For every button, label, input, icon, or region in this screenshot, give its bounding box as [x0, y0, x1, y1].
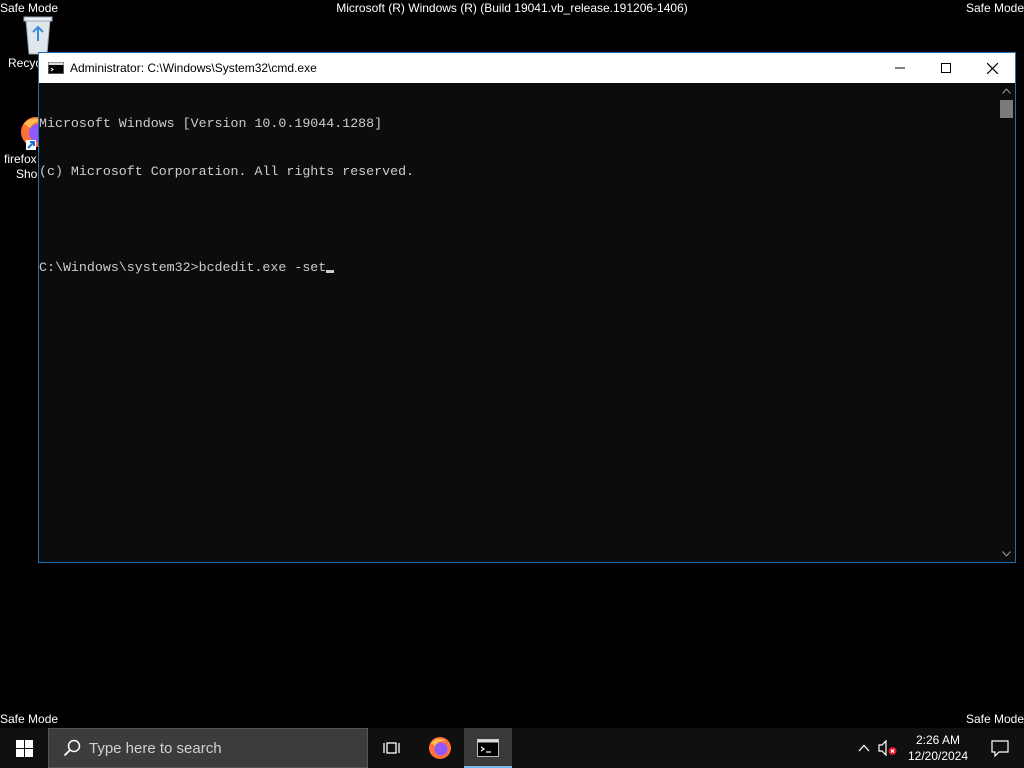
recycle-bin-icon — [23, 16, 53, 55]
minimize-button[interactable] — [877, 53, 923, 83]
close-icon — [986, 62, 998, 74]
console-prompt-line: C:\Windows\system32>bcdedit.exe -set — [39, 260, 998, 276]
chevron-down-icon — [1002, 551, 1011, 557]
task-view-button[interactable] — [368, 728, 416, 768]
console-line: Microsoft Windows [Version 10.0.19044.12… — [39, 116, 383, 131]
cmd-window-title: Administrator: C:\Windows\System32\cmd.e… — [70, 61, 317, 75]
system-tray: 2:26 AM 12/20/2024 — [852, 728, 1024, 768]
volume-muted-icon — [878, 740, 897, 756]
scroll-up-arrow[interactable] — [998, 83, 1015, 99]
notification-icon — [991, 739, 1009, 757]
start-button[interactable] — [0, 728, 48, 768]
safe-mode-label-bottom-right: Safe Mode — [965, 712, 1024, 726]
close-button[interactable] — [969, 53, 1015, 83]
maximize-button[interactable] — [923, 53, 969, 83]
volume-button[interactable] — [876, 740, 900, 756]
clock-time: 2:26 AM — [915, 733, 961, 747]
console-command-text: C:\Windows\system32>bcdedit.exe -set — [39, 260, 327, 275]
cmd-icon — [477, 739, 499, 757]
scroll-down-arrow[interactable] — [998, 546, 1015, 562]
scrollbar-thumb[interactable] — [1000, 100, 1013, 118]
taskbar: Type here to search 2:26 AM 12/20/2024 — [0, 728, 1024, 768]
console-output[interactable]: Microsoft Windows [Version 10.0.19044.12… — [39, 83, 998, 562]
chevron-up-icon — [1002, 88, 1011, 94]
firefox-icon — [429, 737, 451, 759]
cmd-app-icon — [48, 62, 64, 74]
cmd-taskbar-button[interactable] — [464, 728, 512, 768]
maximize-icon — [941, 63, 951, 73]
safe-mode-label-bottom-left: Safe Mode — [0, 712, 59, 726]
cmd-titlebar[interactable]: Administrator: C:\Windows\System32\cmd.e… — [39, 53, 1015, 83]
cmd-window[interactable]: Administrator: C:\Windows\System32\cmd.e… — [38, 52, 1016, 563]
show-hidden-icons-button[interactable] — [852, 744, 876, 752]
text-cursor — [326, 270, 335, 273]
windows-logo-icon — [15, 739, 33, 757]
minimize-icon — [895, 67, 905, 69]
task-view-icon — [383, 742, 400, 754]
console-line: (c) Microsoft Corporation. All rights re… — [39, 164, 415, 179]
taskbar-clock[interactable]: 2:26 AM 12/20/2024 — [900, 732, 976, 764]
search-icon — [63, 739, 81, 757]
vertical-scrollbar[interactable] — [998, 83, 1015, 562]
search-placeholder: Type here to search — [89, 739, 222, 757]
taskbar-search-box[interactable]: Type here to search — [48, 728, 368, 768]
chevron-up-icon — [858, 744, 870, 752]
notification-center-button[interactable] — [976, 739, 1024, 757]
firefox-taskbar-button[interactable] — [416, 728, 464, 768]
clock-date: 12/20/2024 — [907, 749, 969, 763]
build-info: Microsoft (R) Windows (R) (Build 19041.v… — [336, 1, 688, 15]
